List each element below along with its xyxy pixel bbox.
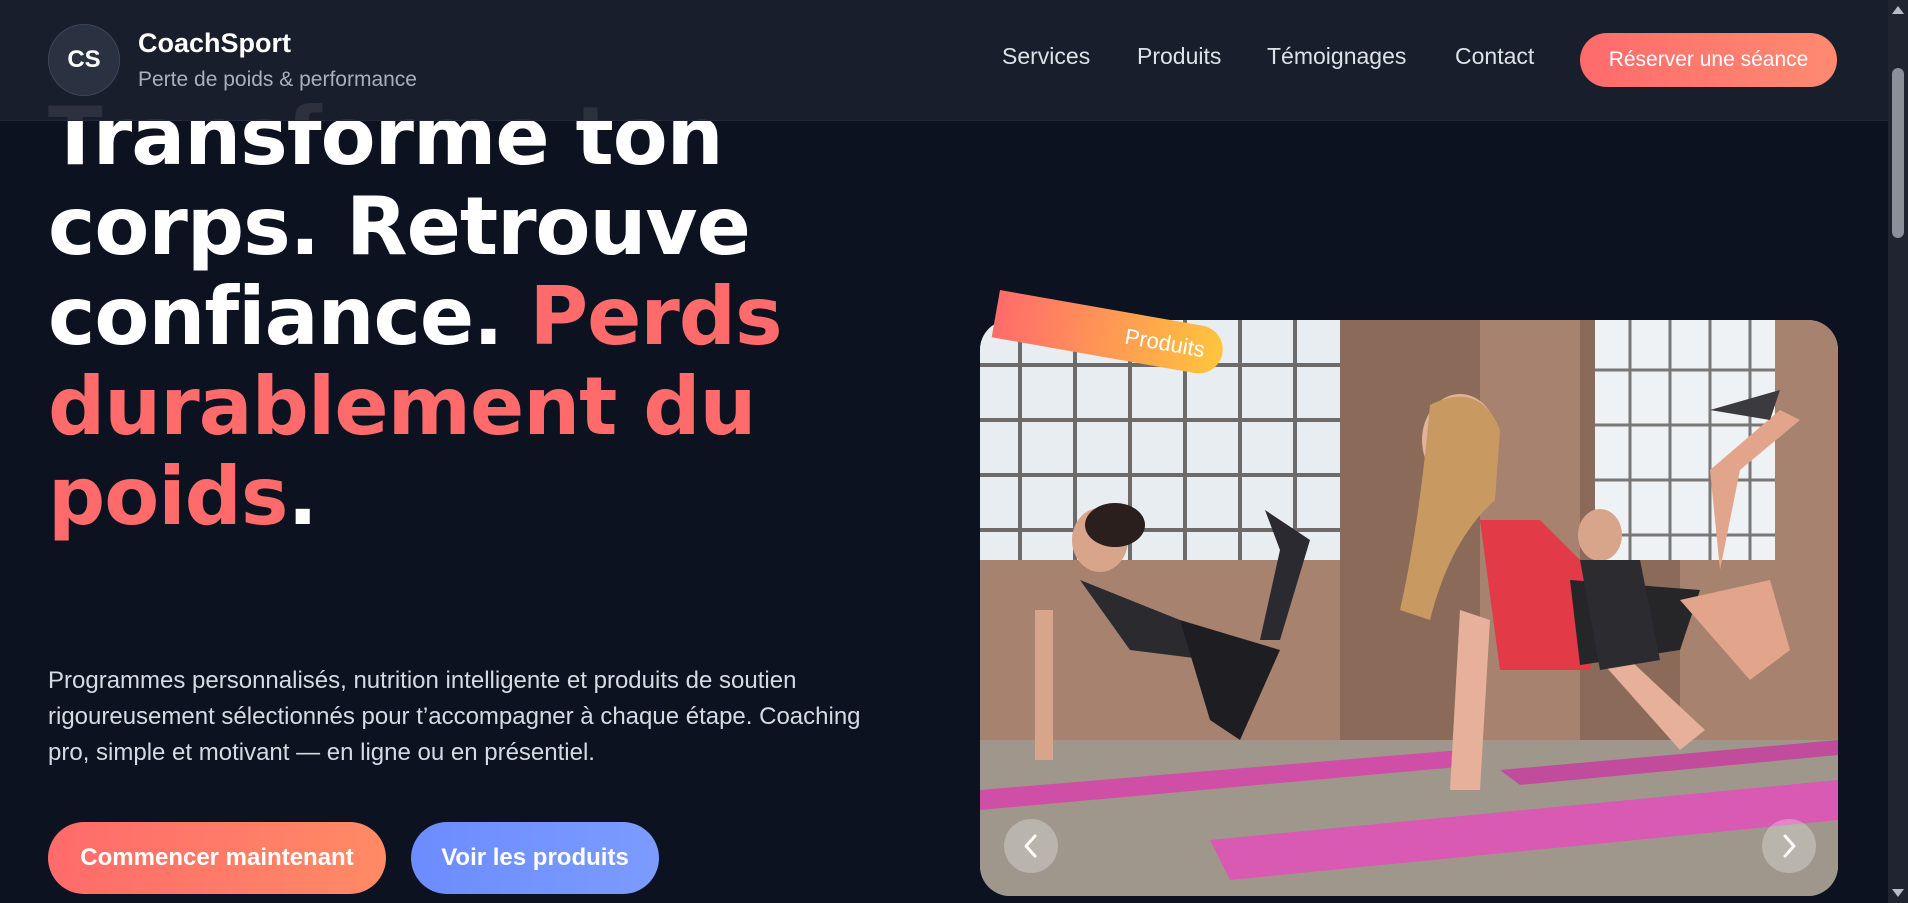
scroll-thumb[interactable] (1892, 68, 1904, 238)
chevron-right-icon (1783, 834, 1796, 858)
logo-badge[interactable]: CS (48, 24, 120, 96)
products-badge-label: Produits (1123, 323, 1207, 363)
hero-title: Transforme ton corps. Retrouve confiance… (48, 92, 908, 542)
chevron-left-icon (1024, 834, 1037, 858)
nav-services[interactable]: Services (1002, 43, 1090, 70)
carousel-next-button[interactable] (1762, 819, 1816, 873)
brand-tagline: Perte de poids & performance (138, 68, 417, 91)
book-session-button[interactable]: Réserver une séance (1580, 33, 1837, 87)
hero-carousel[interactable] (980, 320, 1838, 896)
hero-subtitle: Programmes personnalisés, nutrition inte… (48, 667, 861, 766)
scroll-down-icon[interactable] (1892, 889, 1904, 897)
workout-photo (980, 320, 1838, 896)
carousel-prev-button[interactable] (1004, 819, 1058, 873)
page: Transforme ton corps. Retrouve confiance… (0, 0, 1888, 903)
page-scrollbar[interactable] (1888, 0, 1908, 903)
start-now-button[interactable]: Commencer maintenant (48, 822, 386, 894)
nav-temoignages[interactable]: Témoignages (1267, 43, 1406, 70)
nav-contact[interactable]: Contact (1455, 43, 1534, 70)
hero-title-end: . (287, 450, 318, 543)
brand-name[interactable]: CoachSport (138, 28, 291, 59)
site-header: CS CoachSport Perte de poids & performan… (0, 0, 1888, 121)
nav-produits[interactable]: Produits (1137, 43, 1221, 70)
scroll-up-icon[interactable] (1892, 6, 1904, 14)
view-products-button[interactable]: Voir les produits (411, 822, 659, 894)
